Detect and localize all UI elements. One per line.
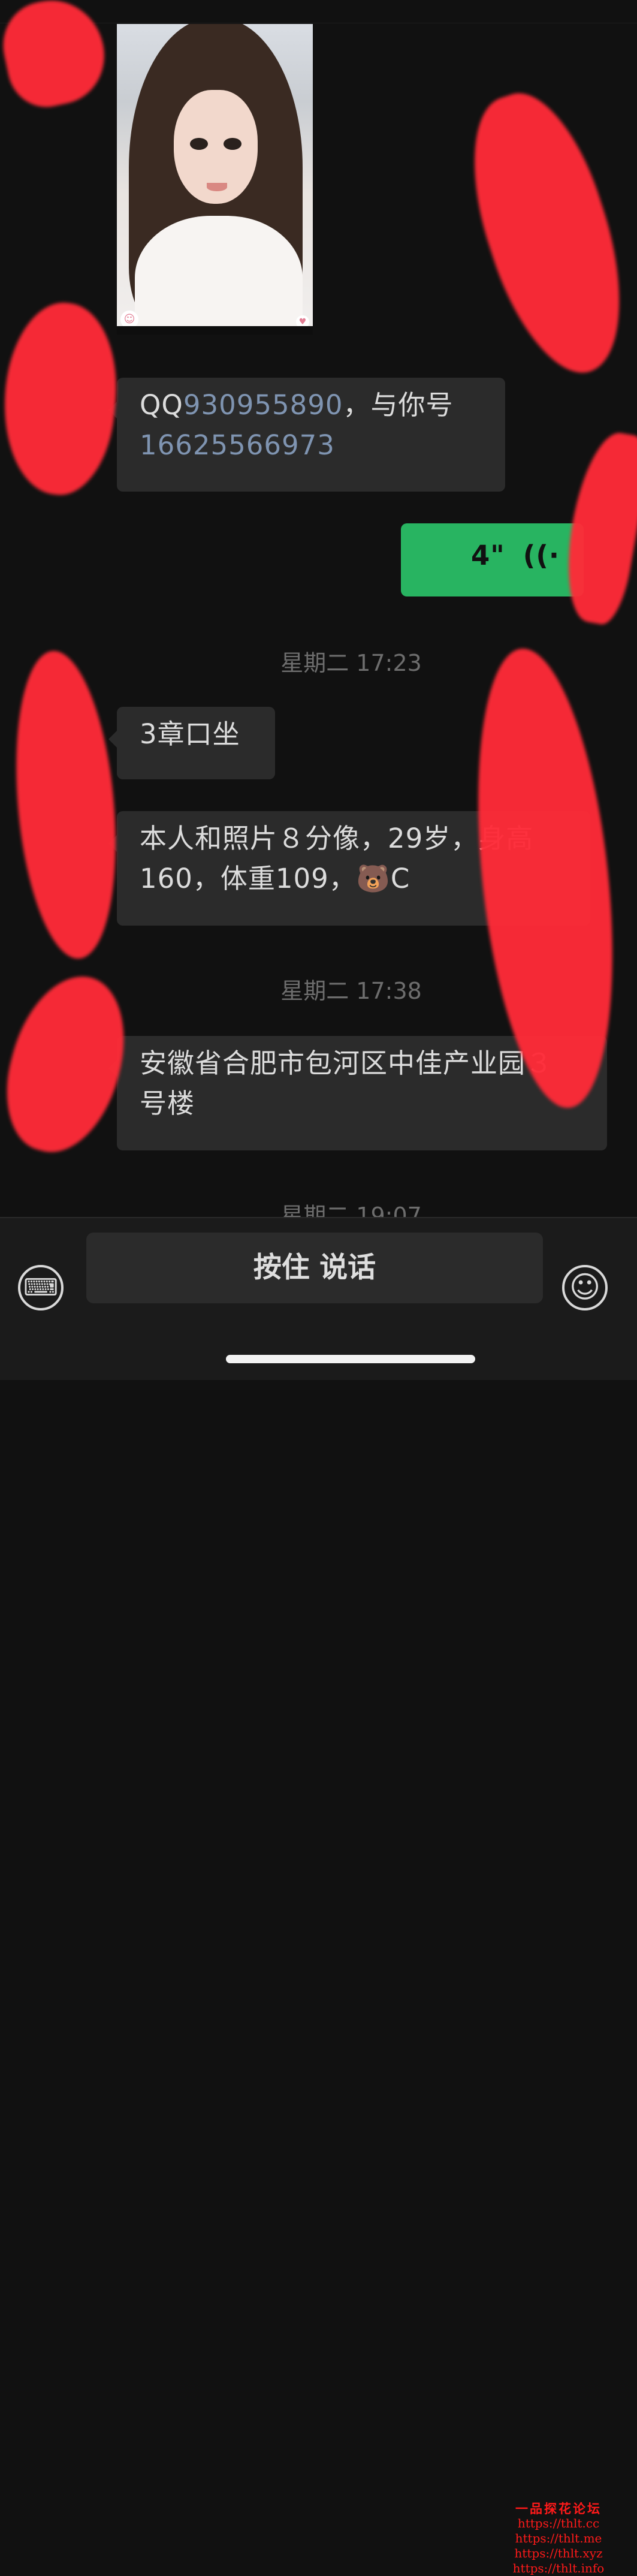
redaction-mark — [0, 297, 126, 500]
redaction-mark — [446, 78, 637, 390]
watermark: 一品探花论坛 https://thlt.cc https://thlt.me h… — [505, 2501, 612, 2576]
keyboard-icon[interactable]: ⌨ — [18, 1265, 64, 1310]
redaction-mark — [0, 0, 114, 115]
message-text: ，与你号 — [343, 389, 454, 421]
message-text: QQ — [140, 389, 183, 421]
message-text: 本人和照片８分像，29岁，身高 — [140, 822, 534, 854]
watermark-url: https://thlt.me — [515, 2531, 602, 2545]
watermark-url: https://thlt.xyz — [514, 2546, 603, 2560]
voice-duration: 4" — [471, 540, 505, 571]
watermark-url: https://thlt.info — [512, 2561, 605, 2575]
timestamp: 星期二 19:07 — [280, 1203, 422, 1217]
message-text: 3章口坐 — [140, 718, 240, 750]
redaction-mark — [4, 647, 128, 963]
message-text: 号楼 — [140, 1087, 195, 1119]
chat-area: ☺ ♥ QQ930955890，与你号 16625566973 4" ((· 星期… — [0, 0, 637, 1217]
photo-message[interactable]: ☺ ♥ — [117, 24, 313, 335]
home-indicator[interactable] — [226, 1355, 475, 1363]
emoji-icon[interactable]: ☺ — [562, 1265, 608, 1310]
message-text: 安徽省合肥市包河区中佳产业园３ — [140, 1047, 554, 1079]
qq-number-link[interactable]: 930955890 — [183, 389, 343, 421]
message-text: 160，体重109，🐻C — [140, 863, 410, 894]
voice-message[interactable]: 4" ((· — [401, 523, 584, 596]
message-bubble-contact[interactable]: QQ930955890，与你号 16625566973 — [108, 378, 505, 492]
watermark-url: https://thlt.cc — [517, 2516, 600, 2530]
voice-wave-icon: ((· — [523, 540, 560, 571]
watermark-brand: 一品探花论坛 — [515, 2501, 602, 2516]
phone-number-link[interactable]: 16625566973 — [140, 429, 335, 461]
input-bar: ⌨ 按住 说话 ☺ 一品探花论坛 https://thlt.cc https:/… — [0, 1217, 637, 2575]
hold-to-talk-button[interactable]: 按住 说话 — [86, 1233, 543, 1303]
message-bubble[interactable]: 3章口坐 — [108, 707, 275, 779]
